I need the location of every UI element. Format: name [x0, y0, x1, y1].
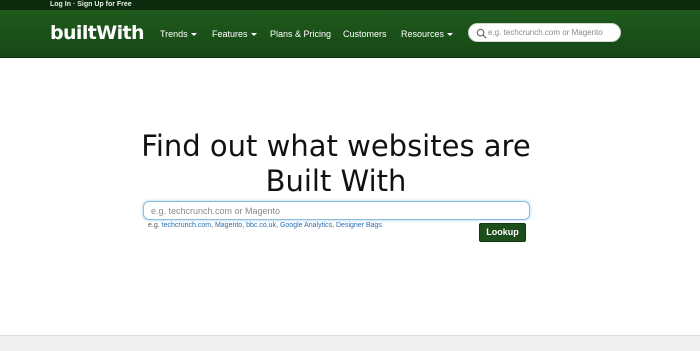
headline-line-1: Find out what websites are	[141, 129, 531, 164]
signup-link[interactable]: Sign Up for Free	[77, 1, 131, 8]
example-link[interactable]: Designer Bags	[336, 222, 382, 229]
nav-customers-label: Customers	[343, 29, 387, 39]
footer-band	[0, 335, 700, 351]
logo-text: builtWith	[50, 22, 145, 44]
account-links: Log In · Sign Up for Free	[50, 0, 132, 10]
hero-headline: Find out what websites are Built With	[0, 129, 672, 199]
nav-trends-label: Trends	[160, 29, 188, 39]
header-search-box	[468, 23, 621, 42]
builtwith-logo[interactable]: builtWith	[50, 19, 145, 47]
nav-customers[interactable]: Customers	[343, 24, 387, 44]
nav-features[interactable]: Features	[212, 24, 257, 44]
nav-plans-pricing[interactable]: Plans & Pricing	[270, 24, 331, 44]
nav-plans-pricing-label: Plans & Pricing	[270, 29, 332, 39]
main-search-input[interactable]	[151, 204, 521, 217]
examples-prefix: e.g.	[148, 222, 160, 229]
example-link[interactable]: techcrunch.com	[162, 222, 211, 229]
lookup-button[interactable]: Lookup	[479, 223, 526, 242]
search-icon	[476, 28, 487, 39]
login-link[interactable]: Log In	[50, 1, 71, 8]
top-utility-bar: Log In · Sign Up for Free	[0, 0, 700, 10]
nav-features-label: Features	[212, 29, 248, 39]
example-link[interactable]: bbc.co.uk	[246, 222, 276, 229]
main-search-box	[143, 201, 530, 220]
search-examples: e.g. techcrunch.com, Magento, bbc.co.uk,…	[148, 222, 382, 229]
main-navbar: builtWith Trends Features Plans & Pricin…	[0, 10, 700, 58]
nav-trends[interactable]: Trends	[160, 24, 197, 44]
caret-down-icon	[250, 33, 257, 37]
nav-resources[interactable]: Resources	[401, 24, 454, 44]
example-link[interactable]: Google Analytics	[280, 222, 332, 229]
caret-down-icon	[447, 33, 454, 37]
header-search-input[interactable]	[488, 26, 616, 39]
headline-line-2: Built With	[265, 164, 407, 199]
example-link[interactable]: Magento	[215, 222, 242, 229]
caret-down-icon	[190, 33, 197, 37]
nav-resources-label: Resources	[401, 29, 445, 39]
